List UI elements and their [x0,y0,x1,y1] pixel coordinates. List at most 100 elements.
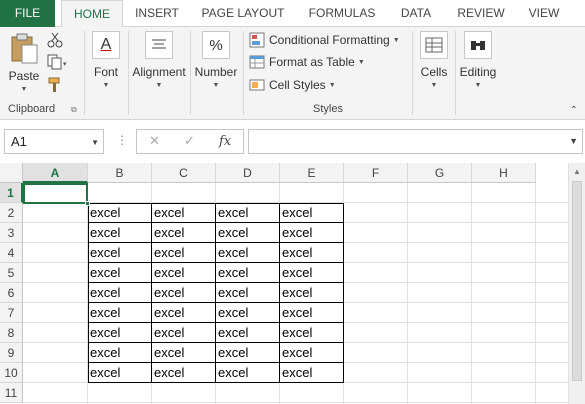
column-header-h[interactable]: H [472,163,536,183]
scrollbar-thumb[interactable] [572,181,582,381]
row-header-6[interactable]: 6 [0,283,23,303]
row-header-10[interactable]: 10 [0,363,23,383]
cell-e4[interactable]: excel [280,243,344,263]
font-button[interactable]: A Font ▼ [88,31,124,89]
column-header-a[interactable]: A [23,163,88,183]
cell-e10[interactable]: excel [280,363,344,383]
column-header-d[interactable]: D [216,163,280,183]
row-header-1[interactable]: 1 [0,183,23,203]
cell-c9[interactable]: excel [152,343,216,363]
cell-c2[interactable]: excel [152,203,216,223]
cell-e6[interactable]: excel [280,283,344,303]
editing-button[interactable]: Editing ▼ [458,31,498,89]
column-header-f[interactable]: F [344,163,408,183]
tab-file[interactable]: FILE [0,0,55,27]
percent-glyph: % [209,36,223,54]
cell-b9[interactable]: excel [88,343,152,363]
tab-view[interactable]: VIEW [521,0,567,27]
row-header-3[interactable]: 3 [0,223,23,243]
cell-b6[interactable]: excel [88,283,152,303]
dialog-launcher-icon[interactable]: ⧉ [71,105,77,115]
cell-e2[interactable]: excel [280,203,344,223]
copy-icon[interactable]: ▾ [47,54,69,70]
tab-data[interactable]: DATA [391,0,441,27]
row-header-4[interactable]: 4 [0,243,23,263]
chevron-down-icon: ▼ [155,82,163,89]
select-all-corner[interactable] [0,163,23,183]
ribbon-home: Paste ▼ ▾ Clipboard ⧉ A Font ▼ Alignment… [0,27,585,120]
cell-b2[interactable]: excel [88,203,152,223]
row-header-2[interactable]: 2 [0,203,23,223]
cell-d2[interactable]: excel [216,203,280,223]
scroll-up-icon[interactable]: ▲ [573,167,581,176]
formula-input[interactable]: ▼ [248,129,583,154]
cell-styles-button[interactable]: Cell Styles ▼ [249,75,336,95]
font-icon: A [92,31,120,59]
cell-e5[interactable]: excel [280,263,344,283]
cell-b10[interactable]: excel [88,363,152,383]
cell-e7[interactable]: excel [280,303,344,323]
more-options-icon[interactable]: ⋮ [116,133,128,147]
column-header-e[interactable]: E [280,163,344,183]
worksheet-grid[interactable]: ▲ A B C D E F G H 1 2 3 4 5 6 7 8 9 10 11 excel excel excel ex… [0,163,585,404]
cell-b5[interactable]: excel [88,263,152,283]
cell-c4[interactable]: excel [152,243,216,263]
cell-d7[interactable]: excel [216,303,280,323]
cell-d4[interactable]: excel [216,243,280,263]
insert-function-icon[interactable]: fx [219,134,231,149]
cell-e9[interactable]: excel [280,343,344,363]
vertical-scrollbar[interactable]: ▲ [568,163,585,404]
cell-c3[interactable]: excel [152,223,216,243]
cell-d6[interactable]: excel [216,283,280,303]
column-header-c[interactable]: C [152,163,216,183]
row-header-11[interactable]: 11 [0,383,23,403]
cell-c5[interactable]: excel [152,263,216,283]
tab-home[interactable]: HOME [61,0,123,28]
cell-b8[interactable]: excel [88,323,152,343]
name-box[interactable]: A1 ▼ [4,129,104,154]
column-header-g[interactable]: G [408,163,472,183]
cell-b3[interactable]: excel [88,223,152,243]
cell-d8[interactable]: excel [216,323,280,343]
collapse-ribbon-icon[interactable]: ⌃ [570,105,578,116]
cell-e3[interactable]: excel [280,223,344,243]
expand-formula-bar-icon[interactable]: ▼ [569,136,578,146]
format-as-table-button[interactable]: Format as Table ▼ [249,52,365,72]
row-header-5[interactable]: 5 [0,263,23,283]
cell-c10[interactable]: excel [152,363,216,383]
tab-insert[interactable]: INSERT [128,0,186,27]
row-header-9[interactable]: 9 [0,343,23,363]
tab-page-layout[interactable]: PAGE LAYOUT [193,0,293,27]
enter-icon[interactable]: ✓ [184,133,195,149]
cut-icon[interactable] [47,32,63,48]
format-painter-icon[interactable] [47,77,63,93]
tab-review[interactable]: REVIEW [450,0,512,27]
conditional-formatting-button[interactable]: Conditional Formatting ▼ [249,30,400,50]
cell-c7[interactable]: excel [152,303,216,323]
cell-d10[interactable]: excel [216,363,280,383]
row-header-7[interactable]: 7 [0,303,23,323]
gridline [23,402,568,403]
cell-d3[interactable]: excel [216,223,280,243]
row-header-8[interactable]: 8 [0,323,23,343]
chevron-down-icon[interactable]: ▼ [91,138,99,147]
group-divider [455,31,456,115]
active-cell-a1[interactable] [23,183,88,204]
fill-handle[interactable] [85,201,90,206]
cell-c8[interactable]: excel [152,323,216,343]
cancel-icon[interactable]: ✕ [149,133,160,149]
tab-formulas[interactable]: FORMULAS [301,0,383,27]
cell-d9[interactable]: excel [216,343,280,363]
alignment-button[interactable]: Alignment ▼ [130,31,188,89]
cells-button[interactable]: Cells ▼ [416,31,452,89]
cell-b4[interactable]: excel [88,243,152,263]
cell-d5[interactable]: excel [216,263,280,283]
group-divider [128,31,129,115]
cell-b7[interactable]: excel [88,303,152,323]
font-label: Font [93,65,118,79]
cell-c6[interactable]: excel [152,283,216,303]
number-button[interactable]: % Number ▼ [193,31,239,89]
column-header-b[interactable]: B [88,163,152,183]
cell-e8[interactable]: excel [280,323,344,343]
paste-button[interactable]: Paste ▼ [4,31,44,93]
